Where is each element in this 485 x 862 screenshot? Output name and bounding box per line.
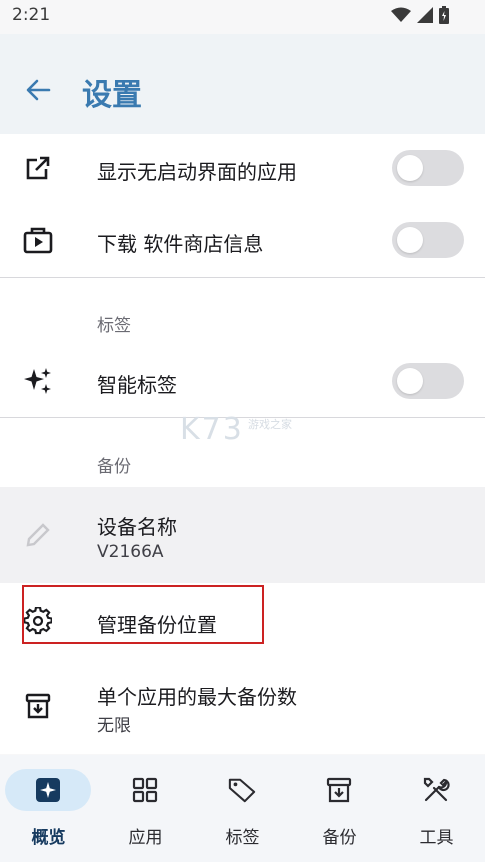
wifi-icon xyxy=(391,7,411,27)
toggle-knob xyxy=(397,368,423,394)
archive-download-icon xyxy=(22,690,54,722)
backup-archive-icon xyxy=(325,776,353,804)
download-store-info-toggle[interactable] xyxy=(392,222,464,258)
setting-label: 下载 软件商店信息 xyxy=(97,232,264,256)
status-icons xyxy=(391,6,449,28)
setting-label: 显示无启动界面的应用 xyxy=(97,160,297,184)
no-launch-apps-toggle[interactable] xyxy=(392,150,464,186)
arrow-left-icon xyxy=(25,79,51,105)
apps-grid-icon xyxy=(131,776,159,804)
nav-label: 应用 xyxy=(128,828,163,848)
nav-label: 备份 xyxy=(322,828,357,848)
nav-item-overview[interactable]: 概览 xyxy=(0,755,97,862)
section-header-tags: 标签 xyxy=(97,316,131,336)
nav-item-tools[interactable]: 工具 xyxy=(388,755,485,862)
nav-item-apps[interactable]: 应用 xyxy=(97,755,194,862)
section-header-backup: 备份 xyxy=(97,457,131,477)
setting-row-device-name[interactable]: 设备名称 V2166A xyxy=(0,487,485,583)
nav-label: 标签 xyxy=(225,828,260,848)
setting-row-smart-tags[interactable]: 智能标签 xyxy=(0,348,485,416)
setting-row-max-backups[interactable]: 单个应用的最大备份数 无限 xyxy=(0,660,485,754)
open-external-icon xyxy=(22,152,54,184)
toggle-knob xyxy=(397,227,423,253)
highlight-annotation-box xyxy=(22,585,264,644)
setting-label: 设备名称 xyxy=(97,515,177,539)
setting-label: 单个应用的最大备份数 xyxy=(97,685,297,709)
bottom-navigation: 概览 应用 标签 备份 工具 xyxy=(0,755,485,862)
nav-item-backup[interactable]: 备份 xyxy=(291,755,388,862)
play-store-icon xyxy=(22,224,54,256)
nav-label: 概览 xyxy=(31,828,66,848)
watermark-logo: K73 xyxy=(180,412,244,447)
sparkle-icon xyxy=(22,365,54,397)
tools-icon xyxy=(422,776,450,804)
setting-row-download-store-info[interactable]: 下载 软件商店信息 xyxy=(0,206,485,276)
app-bar: 设置 xyxy=(0,34,485,134)
status-bar: 2:21 xyxy=(0,0,485,34)
setting-label: 智能标签 xyxy=(97,373,177,397)
toggle-knob xyxy=(397,155,423,181)
divider xyxy=(0,277,485,278)
tag-icon xyxy=(228,776,256,804)
overview-icon xyxy=(34,776,62,804)
status-time: 2:21 xyxy=(12,5,51,25)
battery-icon xyxy=(439,6,449,28)
signal-icon xyxy=(417,7,433,27)
page-title: 设置 xyxy=(82,78,142,113)
watermark-subtext: 游戏之家 xyxy=(248,418,292,431)
back-button[interactable] xyxy=(20,74,56,110)
setting-value: V2166A xyxy=(97,542,164,562)
pencil-icon xyxy=(22,519,54,551)
nav-item-tags[interactable]: 标签 xyxy=(194,755,291,862)
nav-label: 工具 xyxy=(419,828,454,848)
setting-value: 无限 xyxy=(97,716,131,736)
setting-row-no-launch-apps[interactable]: 显示无启动界面的应用 xyxy=(0,134,485,206)
smart-tags-toggle[interactable] xyxy=(392,363,464,399)
